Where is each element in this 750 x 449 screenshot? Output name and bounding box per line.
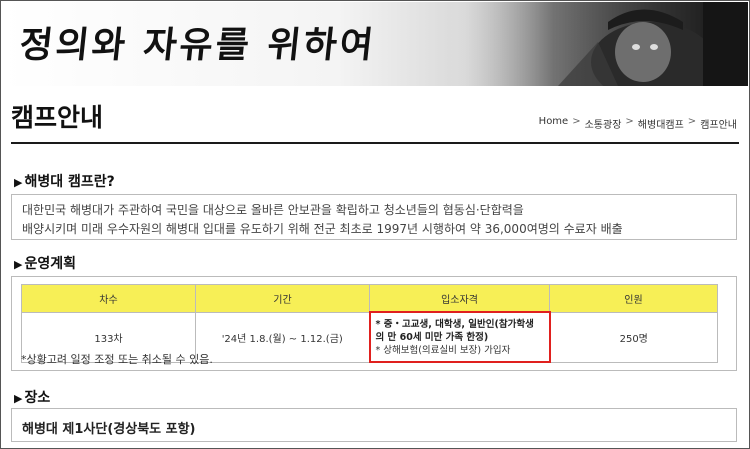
table-header-row: 차수 기간 입소자격 인원 [21, 284, 718, 313]
title-divider [11, 142, 739, 144]
qualification-line: * 중・고교생, 대학생, 일반인(참가학생 [375, 318, 534, 330]
cell-count: 250명 [549, 311, 718, 363]
place-heading: ▶ 장소 [14, 387, 50, 407]
column-header-count: 인원 [549, 284, 718, 313]
breadcrumb: Home > 소통광장 > 해병대캠프 > 캠프안내 [539, 116, 737, 131]
triangle-bullet-icon: ▶ [14, 258, 23, 271]
cell-qualification-highlighted: * 중・고교생, 대학생, 일반인(참가학생 의 만 60세 미만 가족 한정)… [368, 311, 551, 363]
cell-period: '24년 1.8.(월) ~ 1.12.(금) [195, 311, 370, 363]
intro-line: 배양시키며 미래 우수자원의 해병대 입대를 유도하기 위해 전군 최초로 19… [22, 222, 623, 236]
column-header-qualification: 입소자격 [369, 284, 550, 313]
breadcrumb-marine-camp[interactable]: 해병대캠프 [638, 116, 684, 131]
intro-heading: ▶ 해병대 캠프란? [14, 171, 115, 191]
triangle-bullet-icon: ▶ [14, 392, 23, 405]
breadcrumb-camp-info[interactable]: 캠프안내 [700, 116, 737, 131]
breadcrumb-separator: > [572, 116, 581, 127]
qualification-line: * 상해보험(의료실비 보장) 가입자 [375, 344, 511, 356]
intro-line: 대한민국 해병대가 주관하여 국민을 대상으로 올바른 안보관을 확립하고 청소… [22, 203, 524, 217]
operation-heading-text: 운영계획 [24, 256, 76, 272]
page-frame: 정의와 자유를 위하여 캠프안내 Home > 소통광장 > 해병대캠프 > 캠… [0, 0, 750, 449]
place-value: 해병대 제1사단(경상북도 포항) [22, 422, 196, 437]
marine-soldier-photo [448, 2, 748, 86]
schedule-note: *상황고려 일정 조정 또는 취소될 수 있음. [21, 353, 213, 366]
intro-box: 대한민국 해병대가 주관하여 국민을 대상으로 올바른 안보관을 확립하고 청소… [11, 194, 737, 240]
breadcrumb-community[interactable]: 소통광장 [585, 116, 622, 131]
breadcrumb-home[interactable]: Home [539, 116, 569, 131]
qualification-line: 의 만 60세 미만 가족 한정) [375, 331, 489, 343]
operation-heading: ▶ 운영계획 [14, 253, 76, 273]
banner-slogan: 정의와 자유를 위하여 [17, 24, 379, 66]
intro-heading-text: 해병대 캠프란? [24, 174, 115, 190]
column-header-period: 기간 [195, 284, 370, 313]
top-banner: 정의와 자유를 위하여 [2, 2, 748, 86]
place-box: 해병대 제1사단(경상북도 포항) [11, 408, 737, 442]
breadcrumb-separator: > [687, 116, 697, 127]
triangle-bullet-icon: ▶ [14, 176, 23, 189]
breadcrumb-separator: > [625, 116, 634, 127]
place-heading-text: 장소 [24, 390, 51, 406]
column-header-round: 차수 [21, 284, 196, 313]
page-title: 캠프안내 [11, 103, 104, 132]
intro-description: 대한민국 해병대가 주관하여 국민을 대상으로 올바른 안보관을 확립하고 청소… [12, 195, 736, 245]
